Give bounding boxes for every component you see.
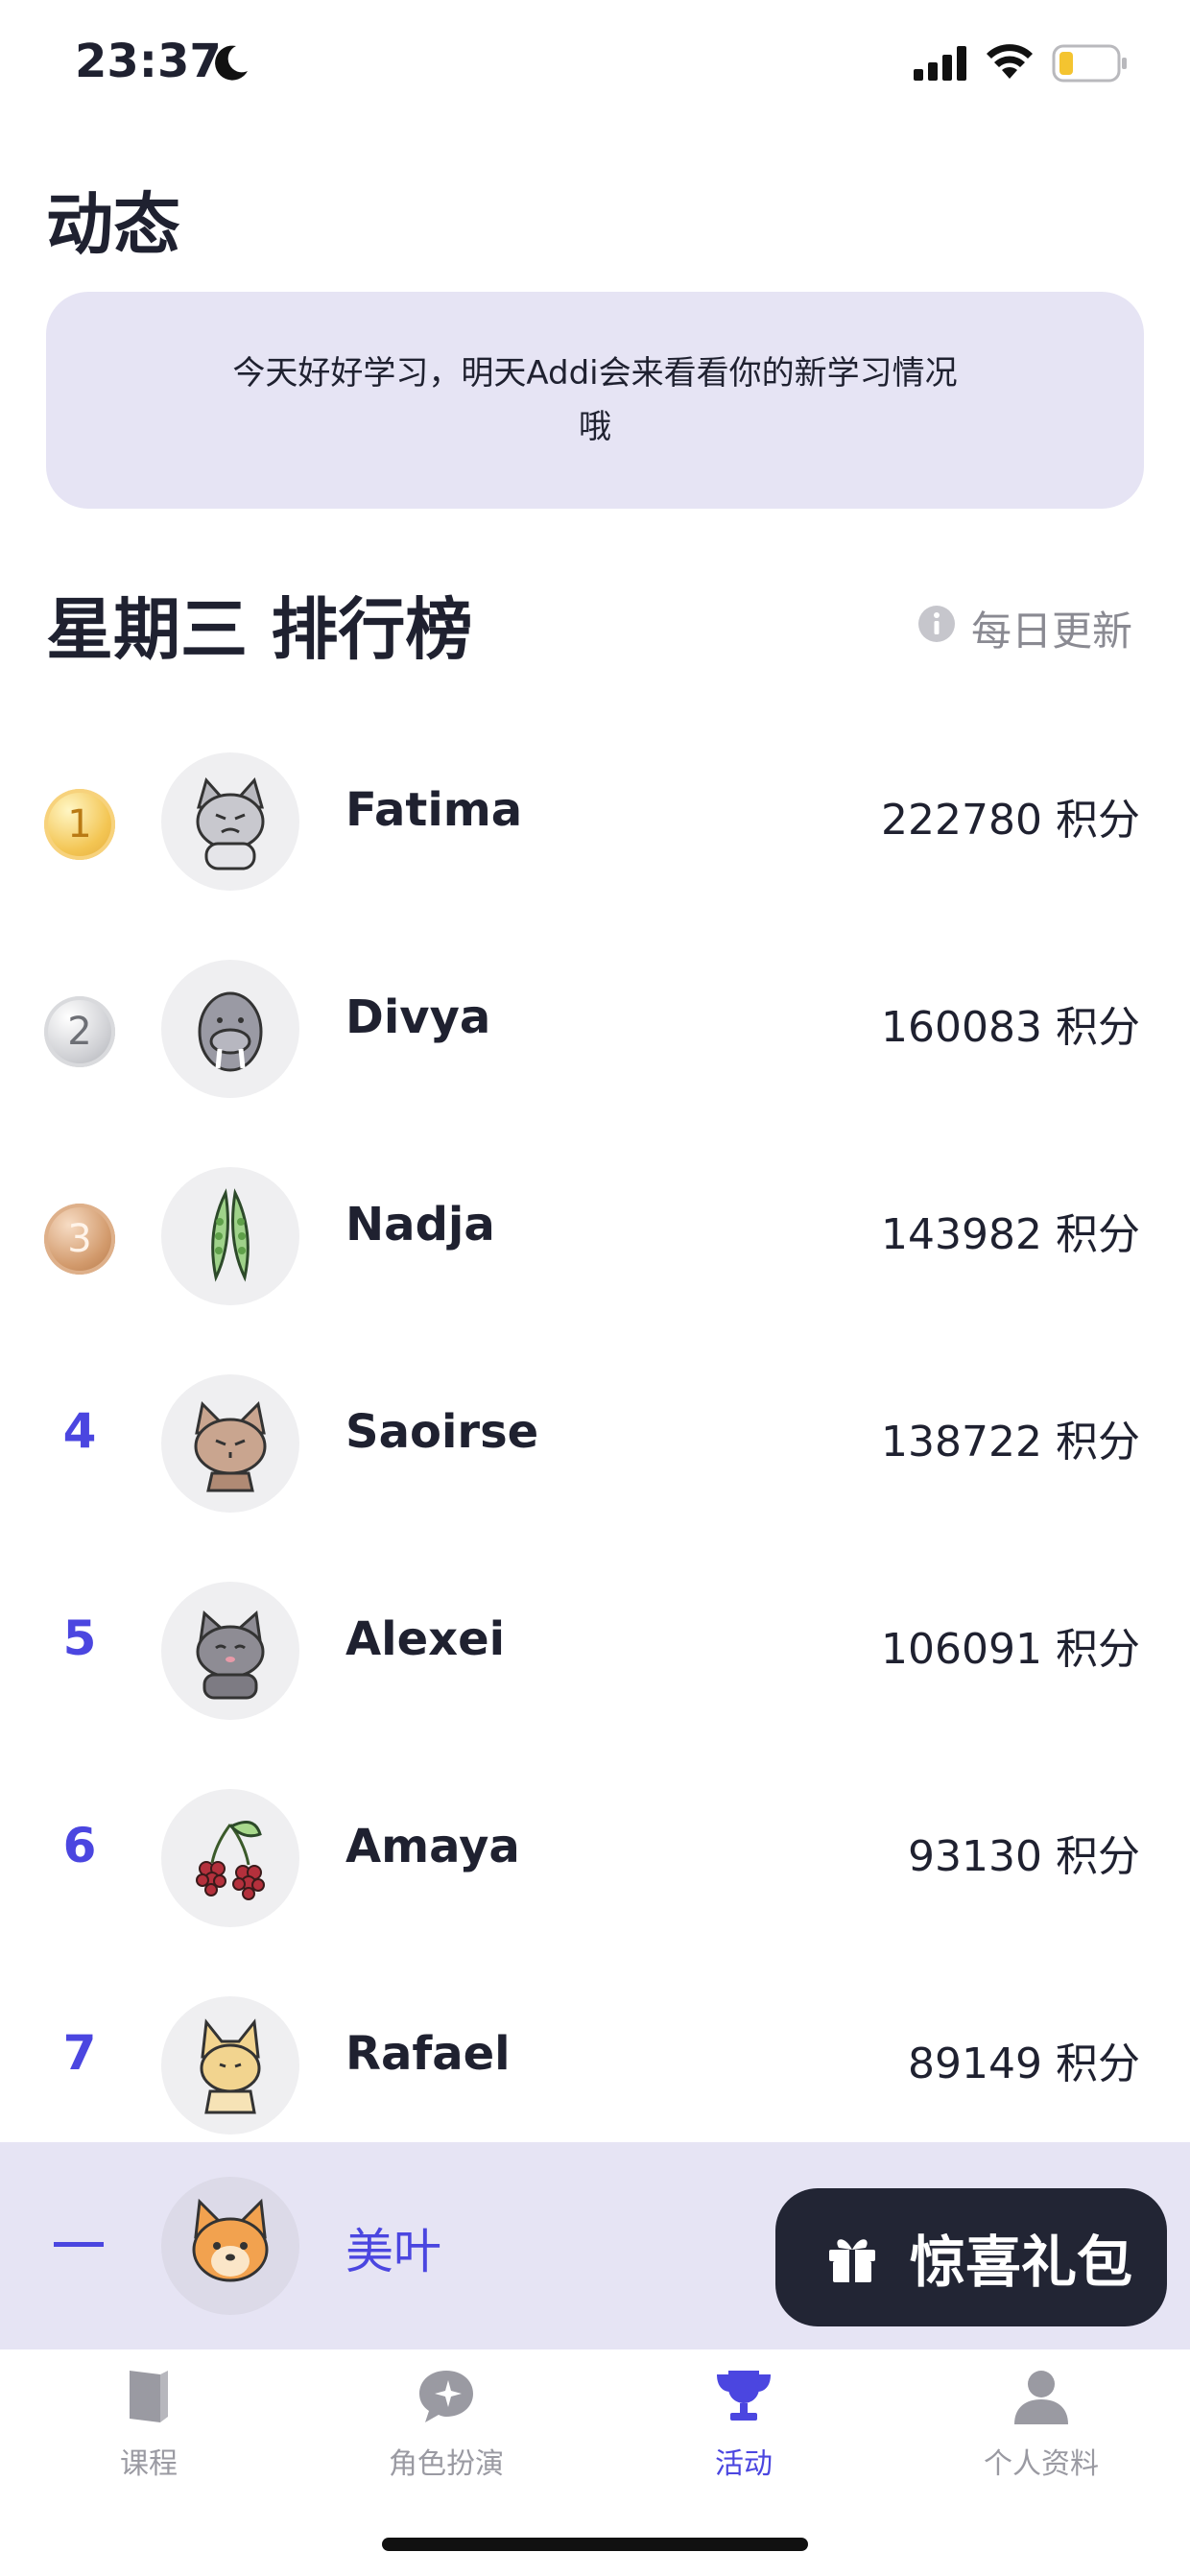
- current-user-name: 美叶: [345, 2224, 441, 2279]
- rank-number: 6: [62, 1818, 97, 1873]
- tab-profile[interactable]: 个人资料: [892, 2365, 1190, 2499]
- gift-icon: [829, 2239, 875, 2282]
- info-icon[interactable]: [917, 605, 956, 643]
- tab-label: 个人资料: [984, 2447, 1099, 2481]
- cellular-signal-icon: [914, 46, 966, 81]
- lynx-avatar: [161, 1996, 299, 2135]
- gray-cat-avatar: [161, 1582, 299, 1720]
- player-score: 143982 积分: [881, 1210, 1140, 1259]
- home-indicator: [382, 2538, 808, 2551]
- tabby-cat-avatar: [161, 1374, 299, 1513]
- grumpy-cat-avatar: [161, 752, 299, 891]
- rank-number: 5: [62, 1610, 97, 1666]
- leaderboard-row[interactable]: 2 Divya 160083 积分: [0, 921, 1190, 1129]
- player-name: Nadja: [345, 1198, 495, 1252]
- daily-update-label: 每日更新: [971, 608, 1133, 655]
- page-title: 动态: [46, 185, 180, 264]
- leaderboard-row[interactable]: 7 Rafael 89149 积分: [0, 1958, 1190, 2165]
- tab-label: 角色扮演: [389, 2447, 504, 2481]
- pea-pod-avatar: [161, 1167, 299, 1305]
- status-time: 23:37: [75, 35, 222, 88]
- leaderboard-row[interactable]: 3 Nadja 143982 积分: [0, 1129, 1190, 1336]
- player-score: 93130 积分: [908, 1832, 1140, 1881]
- player-name: Saoirse: [345, 1405, 539, 1459]
- corgi-avatar: [161, 2177, 299, 2315]
- leaderboard-row[interactable]: 1 Fatima 222780 积分: [0, 714, 1190, 921]
- tab-activity[interactable]: 活动: [595, 2365, 892, 2499]
- walrus-avatar: [161, 960, 299, 1098]
- leaderboard-title: 星期三 排行榜: [46, 590, 473, 669]
- current-user-rank-dash: [54, 2242, 104, 2247]
- player-name: Alexei: [345, 1612, 506, 1666]
- player-name: Rafael: [345, 2027, 511, 2081]
- berries-avatar: [161, 1789, 299, 1927]
- rank-number: 7: [62, 2025, 97, 2081]
- player-name: Amaya: [345, 1820, 520, 1873]
- leaderboard-row[interactable]: 4 Saoirse 138722 积分: [0, 1336, 1190, 1543]
- leaderboard-row[interactable]: 5 Alexei 106091 积分: [0, 1543, 1190, 1751]
- notice-banner: 今天好好学习，明天Addi会来看看你的新学习情况哦: [46, 292, 1144, 509]
- banner-text: 今天好好学习，明天Addi会来看看你的新学习情况哦: [232, 354, 958, 446]
- book-icon: [130, 2371, 168, 2422]
- moon-icon: [215, 45, 248, 81]
- tab-roleplay[interactable]: 角色扮演: [298, 2365, 595, 2499]
- rank-number: 4: [62, 1403, 97, 1459]
- rank-number: 1: [67, 802, 92, 847]
- person-icon: [1014, 2371, 1068, 2424]
- bronze-medal-icon: 3: [44, 1204, 115, 1275]
- player-score: 222780 积分: [881, 796, 1140, 845]
- rank-number: 2: [67, 1010, 92, 1054]
- tab-courses[interactable]: 课程: [0, 2365, 298, 2499]
- tab-label: 活动: [715, 2447, 773, 2481]
- tab-label: 课程: [120, 2447, 178, 2481]
- silver-medal-icon: 2: [44, 996, 115, 1067]
- player-score: 160083 积分: [881, 1003, 1140, 1052]
- trophy-icon: [717, 2371, 771, 2421]
- status-bar: 23:37: [0, 0, 1190, 134]
- player-name: Fatima: [345, 783, 523, 837]
- wifi-icon: [987, 44, 1033, 79]
- rank-number: 3: [67, 1217, 92, 1261]
- leaderboard-row[interactable]: 6 Amaya 93130 积分: [0, 1751, 1190, 1958]
- player-score: 138722 积分: [881, 1418, 1140, 1467]
- battery-icon: [1052, 44, 1127, 83]
- player-score: 89149 积分: [908, 2039, 1140, 2088]
- gold-medal-icon: 1: [44, 789, 115, 860]
- gift-button-label: 惊喜礼包: [910, 2230, 1133, 2295]
- player-score: 106091 积分: [881, 1625, 1140, 1674]
- chat-sparkle-icon: [419, 2371, 473, 2422]
- player-name: Divya: [345, 990, 491, 1044]
- surprise-gift-button[interactable]: 惊喜礼包: [775, 2188, 1167, 2326]
